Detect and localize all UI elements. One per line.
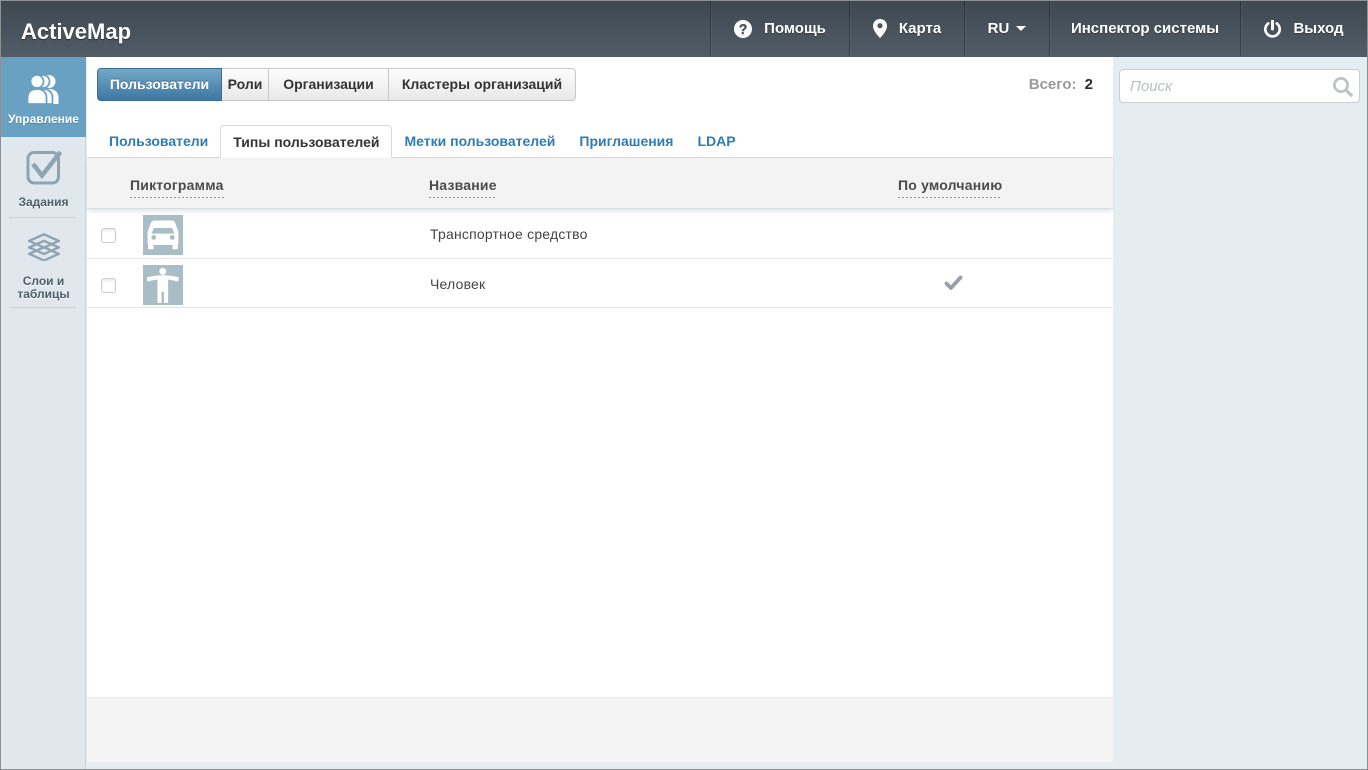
svg-text:?: ? <box>739 22 748 38</box>
